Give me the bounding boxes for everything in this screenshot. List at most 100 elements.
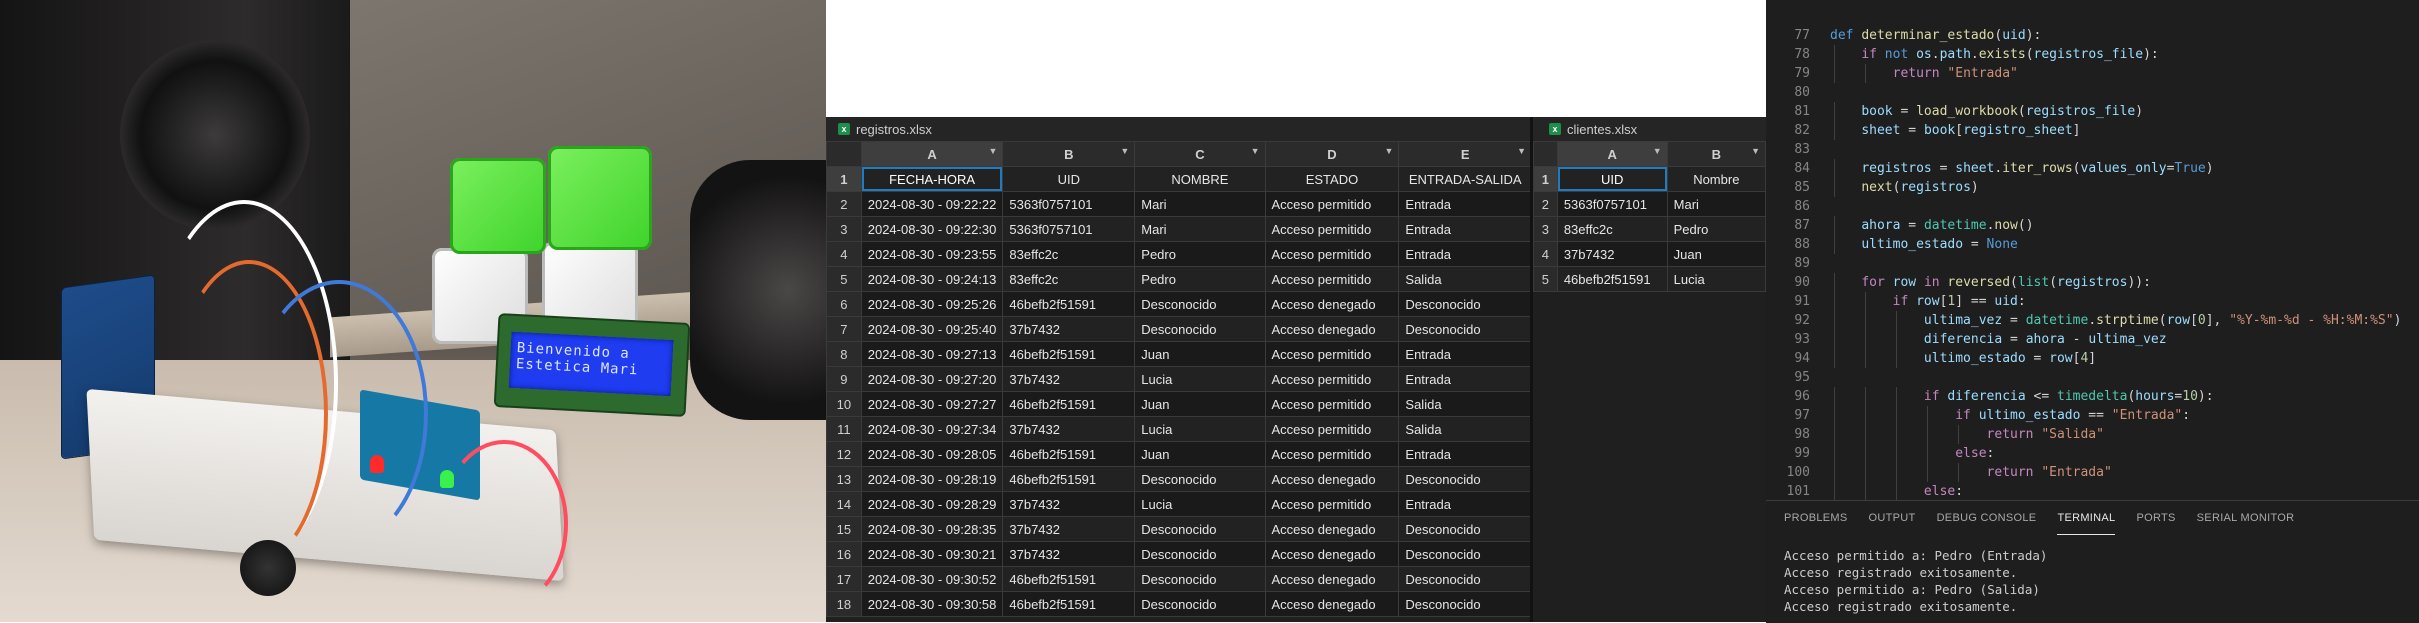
table-cell[interactable]: 5363f0757101 (1556, 191, 1668, 217)
table-cell[interactable]: 5363f0757101 (1002, 216, 1136, 242)
row-number[interactable]: 1 (826, 166, 862, 192)
tab-clientes[interactable]: x clientes.xlsx (1533, 117, 1653, 141)
filter-icon[interactable]: ▼ (1384, 146, 1393, 156)
row-number[interactable]: 8 (826, 341, 862, 367)
table-cell[interactable]: Acceso permitido (1264, 216, 1400, 242)
table-cell[interactable]: 46befb2f51591 (1002, 341, 1136, 367)
table-cell[interactable]: Desconocido (1398, 516, 1532, 542)
table-cell[interactable]: 2024-08-30 - 09:23:55 (860, 241, 1004, 267)
table-cell[interactable]: Desconocido (1134, 516, 1266, 542)
table-cell[interactable]: Pedro (1666, 216, 1767, 242)
table-cell[interactable]: Desconocido (1398, 291, 1532, 317)
table-cell[interactable]: Acceso permitido (1264, 491, 1400, 517)
table-cell[interactable]: 46befb2f51591 (1556, 266, 1668, 292)
table-cell[interactable]: Acceso denegado (1264, 316, 1400, 342)
row-number[interactable]: 16 (826, 541, 862, 567)
row-number[interactable]: 3 (826, 216, 862, 242)
header-cell[interactable]: Nombre (1666, 166, 1767, 192)
table-cell[interactable]: Lucia (1134, 416, 1266, 442)
row-number[interactable]: 5 (826, 266, 862, 292)
table-cell[interactable]: Entrada (1398, 441, 1532, 467)
row-number[interactable]: 2 (1533, 191, 1558, 217)
table-cell[interactable]: Desconocido (1398, 566, 1532, 592)
table-cell[interactable]: 83effc2c (1002, 266, 1136, 292)
row-number[interactable]: 4 (826, 241, 862, 267)
row-number[interactable]: 18 (826, 591, 862, 617)
table-cell[interactable]: Acceso denegado (1264, 466, 1400, 492)
tab-ports[interactable]: PORTS (2136, 501, 2175, 535)
table-cell[interactable]: Juan (1134, 391, 1266, 417)
tab-output[interactable]: OUTPUT (1869, 501, 1916, 535)
column-header-a[interactable]: A ▼ (860, 141, 1004, 167)
header-cell[interactable]: ENTRADA-SALIDA (1398, 166, 1532, 192)
table-cell[interactable]: Acceso permitido (1264, 366, 1400, 392)
table-cell[interactable]: Lucia (1666, 266, 1767, 292)
table-cell[interactable]: 83effc2c (1556, 216, 1668, 242)
table-cell[interactable]: Acceso permitido (1264, 441, 1400, 467)
table-cell[interactable]: 46befb2f51591 (1002, 391, 1136, 417)
table-cell[interactable]: 46befb2f51591 (1002, 591, 1136, 617)
table-cell[interactable]: Acceso permitido (1264, 266, 1400, 292)
table-cell[interactable]: 83effc2c (1002, 241, 1136, 267)
table-cell[interactable]: Salida (1398, 266, 1532, 292)
tab-registros[interactable]: x registros.xlsx (826, 117, 948, 141)
column-header-d[interactable]: D ▼ (1264, 141, 1400, 167)
table-cell[interactable]: Acceso permitido (1264, 191, 1400, 217)
table-cell[interactable]: Desconocido (1134, 591, 1266, 617)
column-header-b[interactable]: B ▼ (1002, 141, 1136, 167)
table-cell[interactable]: 2024-08-30 - 09:30:52 (860, 566, 1004, 592)
table-cell[interactable]: Desconocido (1398, 466, 1532, 492)
header-cell[interactable]: FECHA-HORA (860, 166, 1004, 192)
row-number[interactable]: 4 (1533, 241, 1558, 267)
table-cell[interactable]: 2024-08-30 - 09:27:27 (860, 391, 1004, 417)
row-number[interactable]: 17 (826, 566, 862, 592)
table-cell[interactable]: 46befb2f51591 (1002, 291, 1136, 317)
row-number[interactable]: 12 (826, 441, 862, 467)
table-cell[interactable]: Desconocido (1134, 291, 1266, 317)
row-number[interactable]: 9 (826, 366, 862, 392)
table-cell[interactable]: Acceso permitido (1264, 241, 1400, 267)
filter-icon[interactable]: ▼ (988, 146, 997, 156)
table-cell[interactable]: 37b7432 (1002, 416, 1136, 442)
table-cell[interactable]: Acceso denegado (1264, 516, 1400, 542)
table-cell[interactable]: 2024-08-30 - 09:28:05 (860, 441, 1004, 467)
table-cell[interactable]: Desconocido (1398, 316, 1532, 342)
row-number[interactable]: 1 (1533, 166, 1558, 192)
table-cell[interactable]: 37b7432 (1002, 541, 1136, 567)
table-cell[interactable]: Acceso denegado (1264, 541, 1400, 567)
table-cell[interactable]: 2024-08-30 - 09:22:22 (860, 191, 1004, 217)
table-cell[interactable]: Lucia (1134, 491, 1266, 517)
table-cell[interactable]: Entrada (1398, 491, 1532, 517)
table-cell[interactable]: 37b7432 (1002, 366, 1136, 392)
table-cell[interactable]: Salida (1398, 416, 1532, 442)
table-cell[interactable]: 46befb2f51591 (1002, 466, 1136, 492)
header-cell[interactable]: ESTADO (1264, 166, 1400, 192)
table-cell[interactable]: Acceso permitido (1264, 341, 1400, 367)
row-number[interactable]: 15 (826, 516, 862, 542)
table-cell[interactable]: Entrada (1398, 216, 1532, 242)
table-cell[interactable]: Desconocido (1134, 466, 1266, 492)
table-cell[interactable]: Desconocido (1134, 541, 1266, 567)
table-cell[interactable]: Desconocido (1398, 591, 1532, 617)
tab-problems[interactable]: PROBLEMS (1784, 501, 1848, 535)
column-header-b[interactable]: B ▼ (1666, 141, 1767, 167)
table-cell[interactable]: Desconocido (1398, 541, 1532, 567)
table-cell[interactable]: Entrada (1398, 191, 1532, 217)
table-cell[interactable]: 37b7432 (1002, 516, 1136, 542)
table-cell[interactable]: Juan (1134, 341, 1266, 367)
column-header-c[interactable]: C ▼ (1134, 141, 1266, 167)
table-cell[interactable]: 46befb2f51591 (1002, 441, 1136, 467)
header-cell[interactable]: UID (1556, 166, 1668, 192)
table-cell[interactable]: Lucia (1134, 366, 1266, 392)
table-cell[interactable]: Mari (1134, 191, 1266, 217)
table-cell[interactable]: 5363f0757101 (1002, 191, 1136, 217)
table-cell[interactable]: Acceso denegado (1264, 566, 1400, 592)
row-number[interactable]: 14 (826, 491, 862, 517)
select-all-corner[interactable] (826, 141, 862, 167)
table-cell[interactable]: 2024-08-30 - 09:27:13 (860, 341, 1004, 367)
row-number[interactable]: 5 (1533, 266, 1558, 292)
table-cell[interactable]: 2024-08-30 - 09:28:29 (860, 491, 1004, 517)
table-cell[interactable]: 2024-08-30 - 09:30:21 (860, 541, 1004, 567)
table-cell[interactable]: 2024-08-30 - 09:24:13 (860, 266, 1004, 292)
filter-icon[interactable]: ▼ (1120, 146, 1129, 156)
